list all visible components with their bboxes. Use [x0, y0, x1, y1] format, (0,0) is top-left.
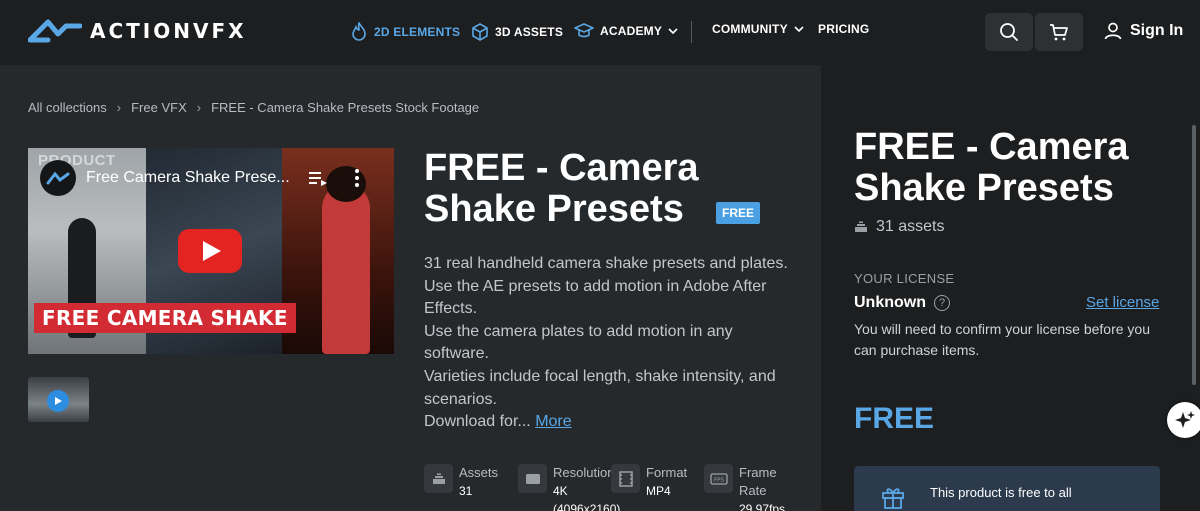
breadcrumb-free-vfx[interactable]: Free VFX [131, 100, 187, 115]
description-line: Varieties include focal length, shake in… [424, 367, 776, 408]
channel-avatar[interactable] [40, 160, 76, 196]
nav-community[interactable]: COMMUNITY [712, 22, 804, 36]
sign-in-label: Sign In [1130, 22, 1184, 39]
product-description: 31 real handheld camera shake presets an… [424, 253, 794, 434]
play-button-icon[interactable] [178, 229, 242, 273]
spec-key: Frame Rate [739, 465, 777, 498]
graduation-cap-icon [574, 23, 594, 38]
product-specs: Assets 31 Resolution 4K (4096x2160) Format… [424, 464, 794, 511]
spec-value: 4K (4096x2160) [553, 484, 621, 511]
user-icon [1104, 22, 1122, 40]
license-note: You will need to confirm your license be… [854, 321, 1150, 358]
svg-text:FPS: FPS [714, 477, 724, 483]
license-value: Unknown ? [854, 294, 950, 312]
video-thumbnail[interactable] [28, 377, 89, 422]
nav-academy-label: ACADEMY [600, 24, 663, 38]
play-icon [47, 390, 69, 412]
breadcrumb-all-collections[interactable]: All collections [28, 100, 107, 115]
brand-name: ACTIONVFX [90, 19, 247, 43]
video-frame-right [282, 148, 394, 354]
price: FREE [854, 402, 935, 435]
more-link[interactable]: More [535, 413, 571, 430]
search-icon [1000, 23, 1018, 41]
ai-assistant-button[interactable] [1167, 402, 1200, 438]
license-label: YOUR LICENSE [854, 271, 955, 286]
sidebar-title: FREE - Camera Shake Presets [854, 126, 1129, 209]
top-navbar: ACTIONVFX 2D ELEMENTS 3D ASSETS ACADEMY … [0, 0, 1200, 65]
nav-3d-assets-label: 3D ASSETS [495, 25, 564, 39]
nav-pricing[interactable]: PRICING [818, 22, 869, 36]
nav-2d-elements-label: 2D ELEMENTS [374, 25, 461, 39]
gift-icon [882, 488, 904, 509]
cube-icon [472, 23, 488, 41]
spec-key: Resolution [553, 465, 615, 480]
nav-2d-elements[interactable]: 2D ELEMENTS [350, 22, 460, 42]
video-title[interactable]: Free Camera Shake Prese... [86, 169, 290, 187]
description-line: 31 real handheld camera shake presets an… [424, 255, 788, 272]
purchase-sidebar: FREE - Camera Shake Presets 31 assets YO… [821, 65, 1200, 511]
sidebar-assets: 31 assets [854, 218, 944, 236]
description-line: Use the camera plates to add motion in a… [424, 322, 733, 363]
spec-key: Assets [459, 465, 499, 480]
description-download-line: Download for... More [424, 411, 794, 434]
breadcrumb: All collections › Free VFX › FREE - Came… [28, 100, 479, 115]
stack-icon [424, 464, 453, 493]
assets-count: 31 assets [876, 218, 945, 235]
actionvfx-logo-icon [28, 19, 82, 43]
chevron-down-icon [668, 28, 678, 35]
resolution-icon [518, 464, 547, 493]
free-badge: FREE [716, 202, 761, 224]
fps-icon: FPS [704, 464, 733, 493]
video-player[interactable]: PRODUCT Free Camera Shake Prese... FREE … [28, 148, 394, 354]
chevron-right-icon: › [116, 100, 122, 115]
nav-divider [691, 21, 692, 43]
product-title: FREE - Camera Shake Presets [424, 147, 699, 230]
nav-3d-assets[interactable]: 3D ASSETS [471, 22, 563, 42]
spec-value: 29.97fps [739, 502, 786, 511]
cart-button[interactable] [1035, 13, 1083, 51]
nav-community-label: COMMUNITY [712, 22, 788, 36]
scrollbar[interactable] [1192, 125, 1196, 385]
cart-icon [1050, 24, 1068, 41]
help-icon[interactable]: ? [934, 295, 950, 311]
stack-icon [855, 221, 867, 232]
spec-value: MP4 [646, 484, 671, 498]
spec-assets: Assets 31 [424, 464, 498, 500]
spec-value: 31 [459, 484, 473, 498]
nav-pricing-label: PRICING [818, 22, 870, 36]
download-prefix: Download for... [424, 413, 531, 431]
nav-academy[interactable]: ACADEMY [574, 22, 678, 40]
spec-frame-rate: FPS Frame Rate 29.97fps [704, 464, 793, 511]
film-icon [611, 464, 640, 493]
spec-key: Format [646, 465, 688, 480]
fire-icon [352, 22, 366, 41]
breadcrumb-current: FREE - Camera Shake Presets Stock Footag… [211, 100, 480, 115]
spec-format: Format MP4 [611, 464, 687, 500]
sparkle-icon [1175, 411, 1195, 428]
more-options-icon[interactable] [354, 168, 360, 188]
sign-in-link[interactable]: Sign In [1104, 22, 1183, 40]
set-license-link[interactable]: Set license [1086, 294, 1159, 311]
chevron-right-icon: › [196, 100, 202, 115]
free-notice-text: This product is free to all [930, 485, 1072, 500]
brand-logo[interactable]: ACTIONVFX [28, 16, 247, 46]
free-product-notice: This product is free to all [854, 466, 1160, 511]
chevron-down-icon [794, 26, 804, 33]
playlist-queue-icon[interactable] [308, 170, 328, 186]
license-value-text: Unknown [854, 294, 926, 311]
video-banner: FREE CAMERA SHAKE [34, 303, 296, 333]
spec-resolution: Resolution 4K (4096x2160) [518, 464, 621, 511]
description-line: Use the AE presets to add motion in Adob… [424, 277, 767, 318]
actionvfx-logo-icon [46, 171, 70, 185]
search-button[interactable] [985, 13, 1033, 51]
